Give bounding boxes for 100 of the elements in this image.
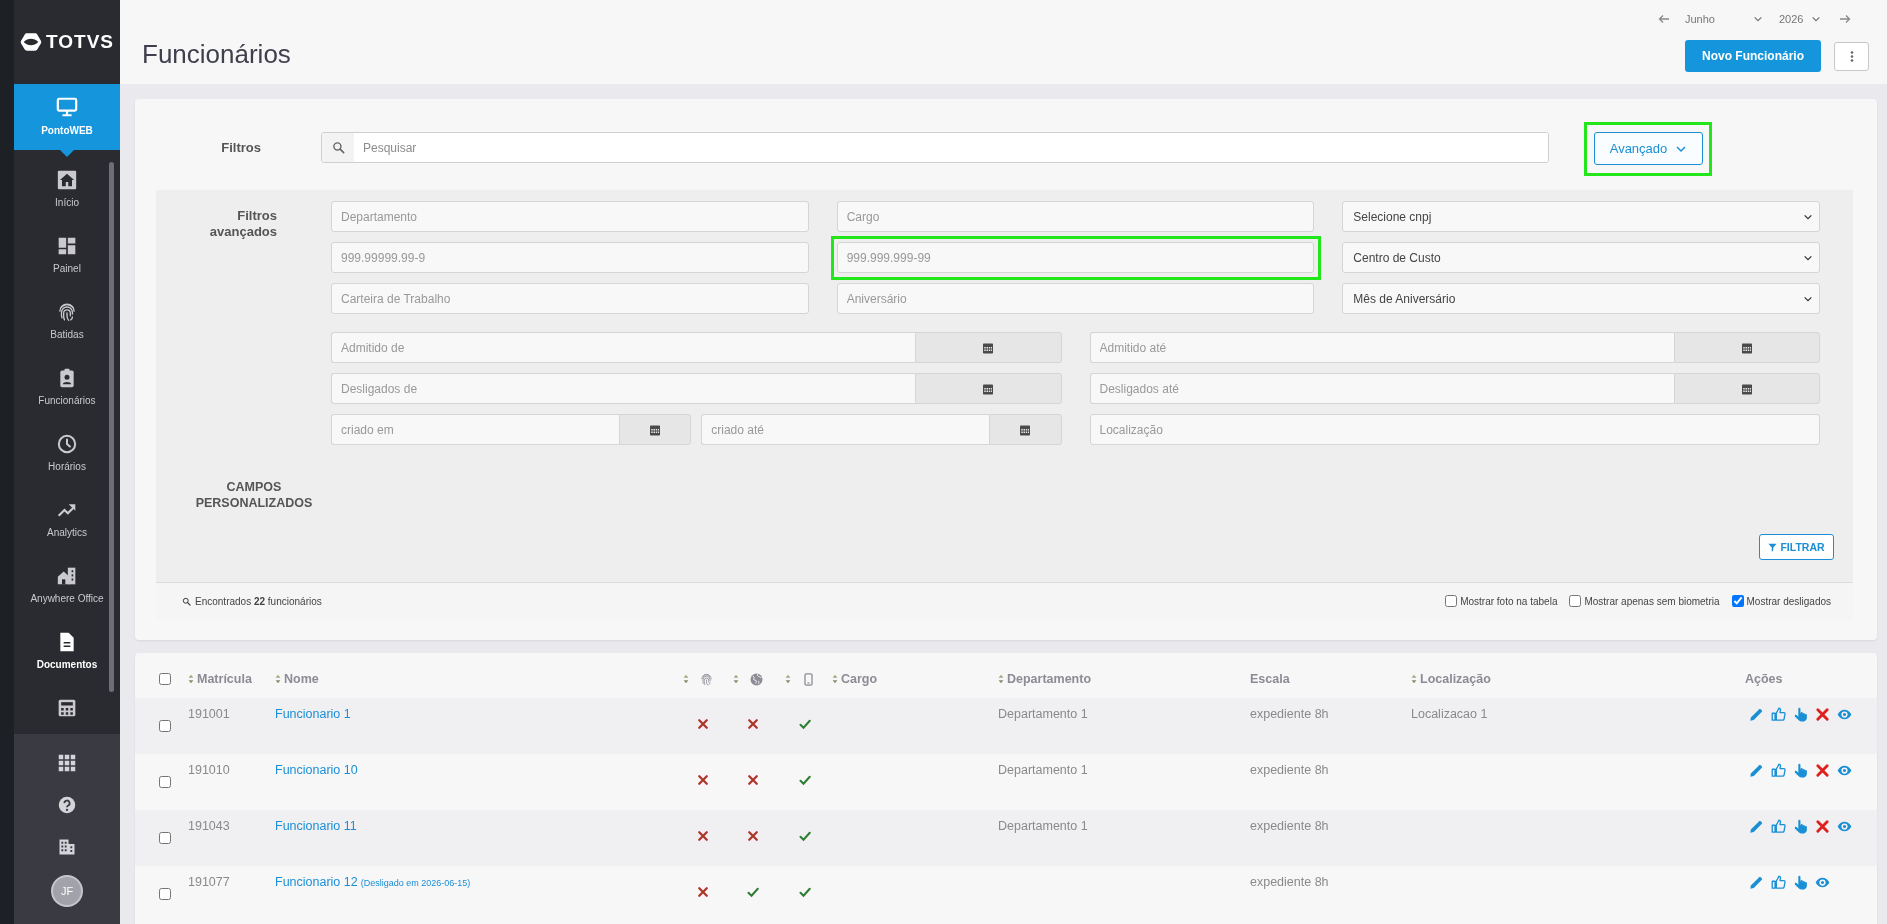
sort-icon[interactable] (188, 674, 194, 684)
column-header[interactable]: Nome (284, 672, 319, 686)
sidebar-item[interactable]: Analytics (14, 480, 120, 546)
date-field[interactable]: Desligados de (331, 373, 916, 404)
arrow-right-icon[interactable] (1839, 13, 1851, 25)
sidebar-item[interactable]: Batidas (14, 282, 120, 348)
thumbs-up-icon[interactable] (1771, 875, 1786, 890)
new-employee-button[interactable]: Novo Funcionário (1685, 40, 1821, 72)
arrow-left-icon[interactable] (1658, 13, 1670, 25)
input-field[interactable]: Aniversário (836, 283, 1315, 314)
sort-icon[interactable] (998, 674, 1004, 684)
sort-icon[interactable] (683, 674, 689, 684)
scrollbar-thumb[interactable] (109, 162, 114, 692)
column-header[interactable]: Localização (1420, 672, 1491, 686)
dismissal-note: (Desligado em 2026-06-15) (360, 878, 471, 888)
input-field[interactable]: Localização (1089, 414, 1820, 445)
date-field[interactable]: criado em (331, 414, 620, 445)
sort-icon[interactable] (275, 674, 281, 684)
column-header[interactable]: Escala (1250, 672, 1290, 686)
sort-icon[interactable] (785, 674, 791, 684)
calendar-icon (1019, 423, 1032, 436)
input-field[interactable]: Departamento (331, 201, 809, 232)
hand-pointer-icon[interactable] (1793, 763, 1808, 778)
phone-icon (802, 672, 815, 686)
column-header[interactable]: Cargo (841, 672, 878, 686)
input-field[interactable]: 999.99999.99-9 (331, 242, 809, 273)
select-field[interactable]: Mês de Aniversário (1342, 283, 1820, 314)
cross-icon[interactable] (1815, 819, 1830, 834)
employee-link[interactable]: Funcionario 1 (275, 707, 351, 721)
year-select[interactable]: 2026 (1779, 13, 1821, 25)
pencil-icon[interactable] (1749, 763, 1764, 778)
sidebar-item[interactable]: Horários (14, 414, 120, 480)
select-field[interactable]: Selecione cnpj (1342, 201, 1820, 232)
chevron-down-icon (1811, 14, 1821, 24)
checkbox[interactable] (1731, 595, 1744, 607)
advanced-button[interactable]: Avançado (1594, 132, 1703, 165)
eye-icon[interactable] (1837, 707, 1852, 722)
sort-icon[interactable] (832, 674, 838, 684)
column-header[interactable]: Matrícula (197, 672, 252, 686)
search-field[interactable]: Pesquisar (321, 132, 1549, 163)
checkbox[interactable] (159, 888, 171, 900)
sidebar-item[interactable]: Anywhere Office (14, 546, 120, 612)
input-field[interactable]: 999.999.999-99 (836, 242, 1315, 273)
input-field[interactable]: Carteira de Trabalho (331, 283, 809, 314)
calculator-icon (57, 698, 77, 718)
sort-icon[interactable] (1411, 674, 1417, 684)
cross-icon[interactable] (1815, 707, 1830, 722)
column-header[interactable]: Ações (1745, 672, 1783, 686)
apps-grid-icon[interactable] (58, 754, 76, 772)
select-field[interactable]: Centro de Custo (1342, 242, 1820, 273)
pencil-icon[interactable] (1749, 819, 1764, 834)
filter-button[interactable]: FILTRAR (1759, 534, 1834, 560)
building-icon[interactable] (58, 838, 76, 856)
clock-icon (57, 434, 77, 454)
calendar-button[interactable] (989, 414, 1062, 445)
thumbs-up-icon[interactable] (1771, 707, 1786, 722)
help-icon[interactable] (58, 796, 76, 814)
column-header[interactable]: Departamento (1007, 672, 1092, 686)
calendar-button[interactable] (619, 414, 692, 445)
monitor-icon (56, 96, 78, 118)
house-building-icon (57, 566, 77, 586)
employee-link[interactable]: Funcionario 10 (275, 763, 358, 777)
eye-icon[interactable] (1837, 819, 1852, 834)
date-field[interactable]: Admitido até (1089, 332, 1674, 363)
month-select[interactable]: Junho (1685, 13, 1763, 25)
sidebar-item[interactable]: PontoWEB (14, 84, 120, 150)
sidebar-item[interactable]: Início (14, 150, 120, 216)
date-field[interactable]: criado até (701, 414, 990, 445)
pencil-icon[interactable] (1749, 707, 1764, 722)
home-icon (57, 170, 77, 190)
checkbox-label: Mostrar apenas sem biometria (1584, 595, 1720, 607)
thumbs-up-icon[interactable] (1771, 763, 1786, 778)
sidebar-item[interactable]: Painel (14, 216, 120, 282)
hand-pointer-icon[interactable] (1793, 819, 1808, 834)
logo-text: TOTVS (46, 31, 114, 53)
hand-pointer-icon[interactable] (1793, 707, 1808, 722)
calendar-icon (1740, 382, 1753, 395)
avatar[interactable]: JF (51, 875, 83, 907)
employee-link[interactable]: Funcionario 11 (275, 819, 357, 833)
date-field[interactable]: Admitido de (331, 332, 916, 363)
checkbox[interactable] (1569, 595, 1582, 607)
checkbox[interactable] (1445, 595, 1458, 607)
checkbox[interactable] (159, 673, 171, 685)
checkbox[interactable] (159, 720, 171, 732)
more-button[interactable] (1834, 41, 1869, 71)
date-field[interactable]: Desligados até (1089, 373, 1674, 404)
sort-icon[interactable] (733, 674, 739, 684)
cross-icon[interactable] (1815, 763, 1830, 778)
pencil-icon[interactable] (1749, 875, 1764, 890)
table-cell: Localizacao 1 (1411, 707, 1488, 721)
sidebar-item[interactable]: Funcionários (14, 348, 120, 414)
eye-icon[interactable] (1837, 763, 1852, 778)
checkbox[interactable] (159, 776, 171, 788)
checkbox[interactable] (159, 832, 171, 844)
sidebar-item[interactable]: Documentos (14, 612, 120, 678)
employee-link[interactable]: Funcionario 12 (275, 875, 358, 889)
input-field[interactable]: Cargo (836, 201, 1315, 232)
thumbs-up-icon[interactable] (1771, 819, 1786, 834)
eye-icon[interactable] (1815, 875, 1830, 890)
hand-pointer-icon[interactable] (1793, 875, 1808, 890)
